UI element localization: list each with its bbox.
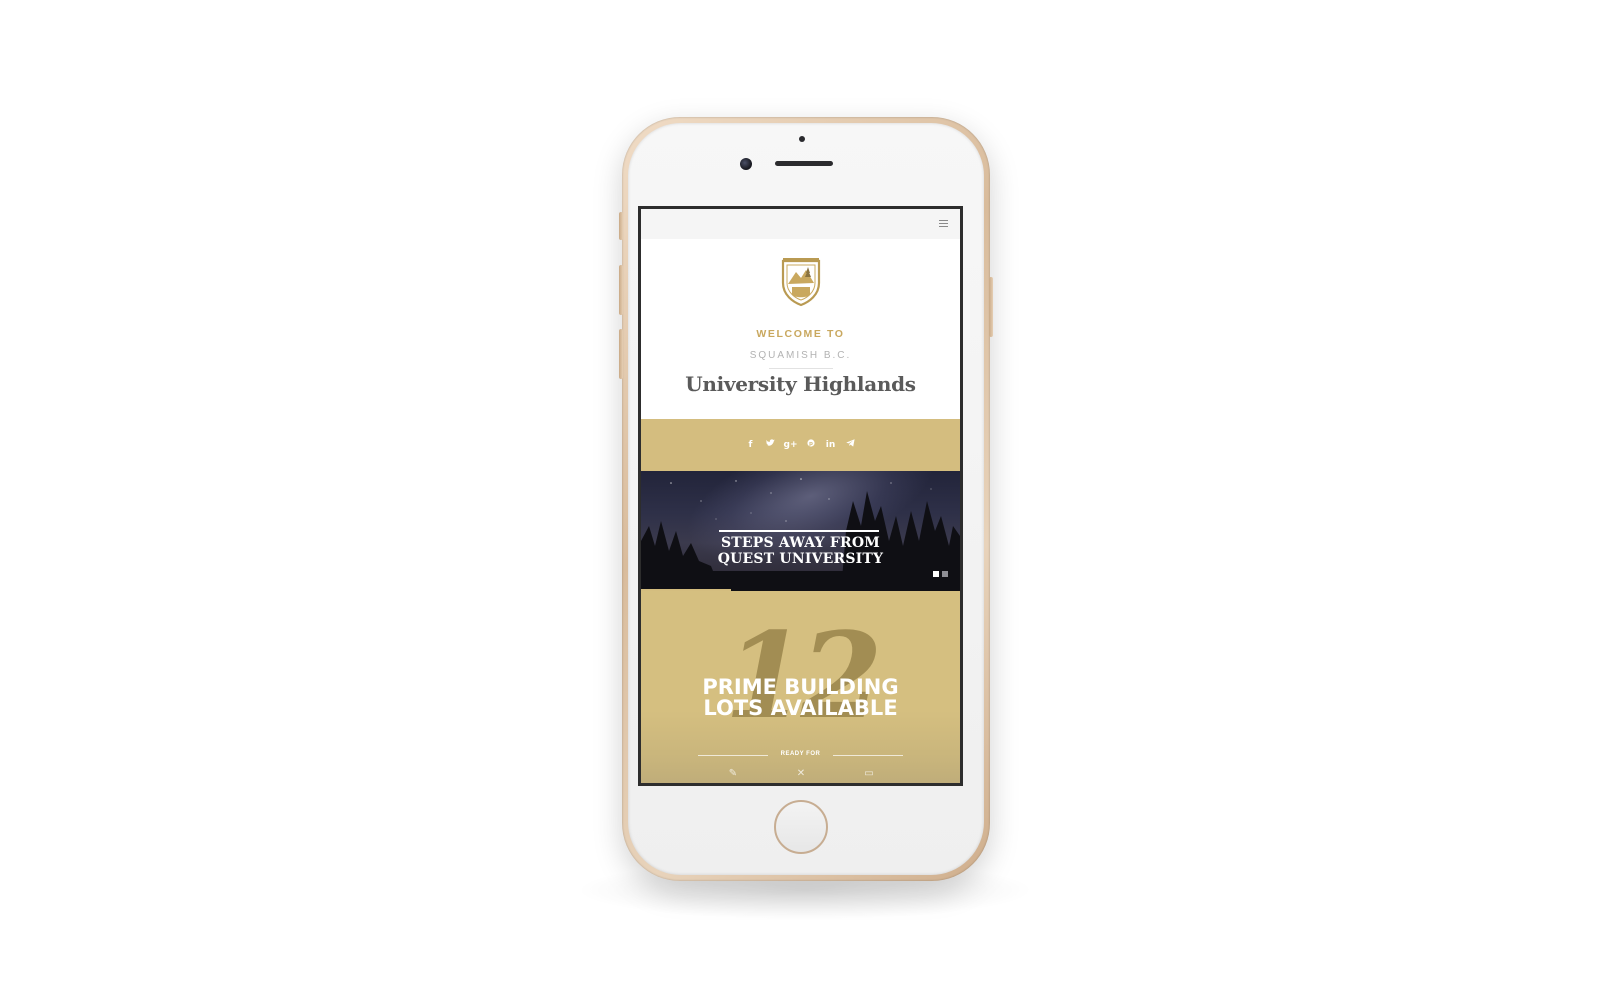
title-divider [769, 368, 833, 369]
slider-dot-1[interactable] [933, 571, 939, 577]
linkedin-icon[interactable]: in [821, 440, 841, 450]
ready-for-label: READY FOR [780, 751, 821, 757]
lots-headline-line-2: LOTS AVAILABLE [703, 696, 898, 720]
svg-text:p: p [809, 441, 813, 447]
phone-screen: WELCOME TO SQUAMISH B.C. University High… [638, 206, 963, 786]
welcome-label: WELCOME TO [756, 328, 845, 340]
twitter-icon[interactable] [761, 439, 781, 450]
university-highlands-crest-logo [781, 258, 821, 307]
lots-headline-line-1: PRIME BUILDING [702, 675, 899, 699]
screen-icon: ▭ [864, 768, 874, 779]
power-button [989, 277, 993, 337]
google-plus-icon[interactable]: g+ [781, 440, 801, 450]
mute-switch [619, 212, 623, 240]
telegram-icon[interactable] [841, 439, 861, 450]
home-button[interactable] [774, 800, 828, 854]
pencil-icon: ✎ [728, 768, 738, 779]
hero-slider[interactable]: STEPS AWAY FROM QUEST UNIVERSITY [641, 471, 960, 591]
slider-pagination [930, 571, 948, 577]
ready-for-line-right [833, 755, 903, 756]
location-label: SQUAMISH B.C. [749, 350, 852, 361]
earpiece-speaker [775, 161, 833, 166]
ready-for-icon-row: ✎ ✕ ▭ [641, 768, 960, 780]
slider-dot-2[interactable] [942, 571, 948, 577]
facebook-icon[interactable]: f [741, 440, 761, 450]
hero-headline-line-2: QUEST UNIVERSITY [717, 551, 884, 567]
lots-available-section: 12 PRIME BUILDING LOTS AVAILABLE READY F… [641, 591, 960, 783]
proximity-sensor [799, 136, 805, 142]
hero-headline: STEPS AWAY FROM QUEST UNIVERSITY [641, 535, 960, 567]
front-camera-icon [740, 158, 752, 170]
hamburger-menu-icon[interactable] [939, 220, 948, 228]
volume-down-button [619, 329, 623, 379]
pinterest-icon[interactable]: p [801, 439, 821, 450]
social-icon-row: f g+ p in [641, 439, 960, 450]
top-nav-bar [641, 209, 960, 239]
hero-headline-line-1: STEPS AWAY FROM [720, 535, 880, 551]
volume-up-button [619, 265, 623, 315]
mockup-stage: WELCOME TO SQUAMISH B.C. University High… [0, 0, 1600, 1000]
tools-icon: ✕ [796, 768, 806, 779]
social-share-bar: f g+ p in [641, 419, 960, 471]
hero-title-rule [719, 530, 879, 532]
ready-for-divider: READY FOR [698, 751, 903, 761]
page-title: University Highlands [685, 372, 916, 396]
lots-headline: PRIME BUILDING LOTS AVAILABLE [641, 677, 960, 719]
